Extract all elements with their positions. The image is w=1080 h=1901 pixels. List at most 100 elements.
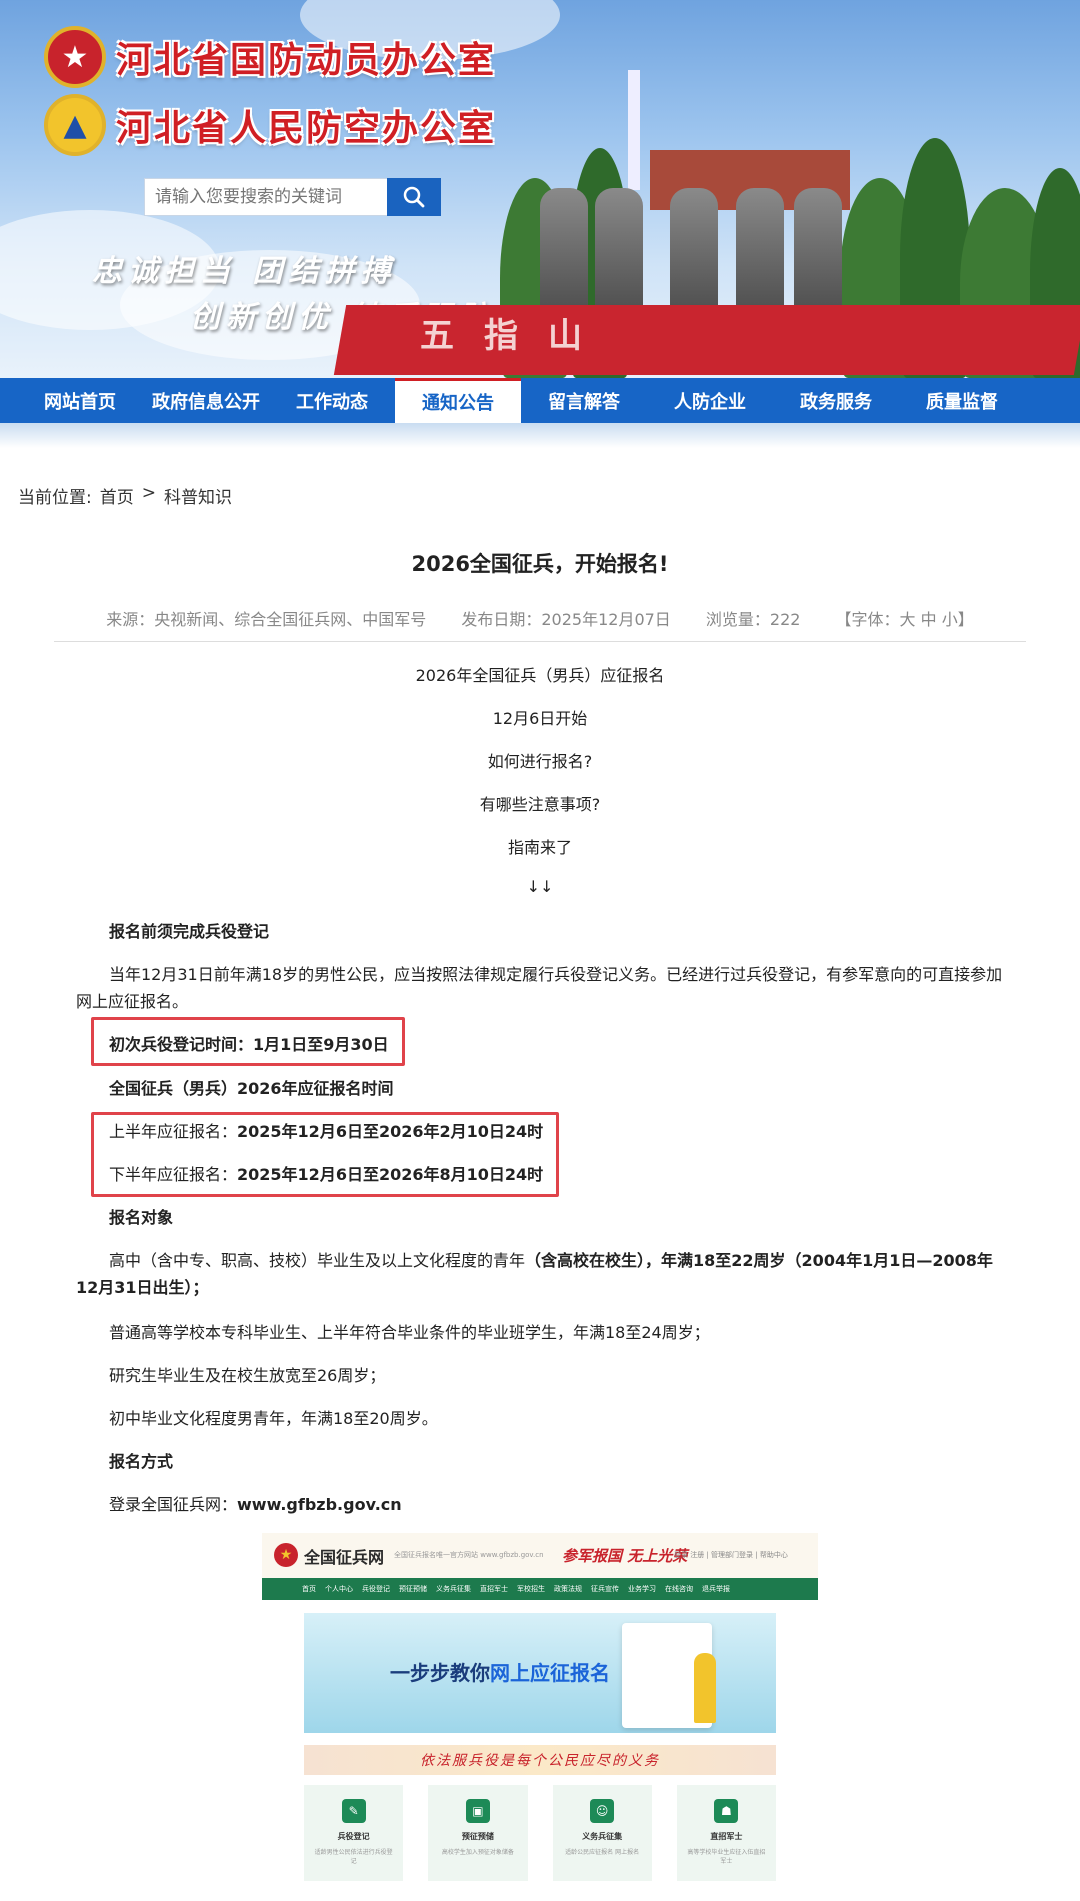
registration-icon: ✎ — [341, 1799, 366, 1823]
shot-site-name: 全国征兵网 — [304, 1547, 385, 1567]
nav-item-quality[interactable]: 质量监督 — [899, 378, 1025, 423]
shot-nav-item: 退兵举报 — [702, 1585, 730, 1593]
shot-card: ✎ 兵役登记 适龄男性公民依法进行兵役登记 — [304, 1785, 404, 1881]
national-defense-emblem-icon: ★ — [44, 26, 106, 88]
org-row-2: ▲ 河北省人民防空办公室 — [44, 94, 496, 156]
shot-nav-item: 业务学习 — [628, 1585, 656, 1593]
second-half-enlist-period: 下半年应征报名：2025年12月6日至2026年8月10日24时 — [76, 1161, 1006, 1188]
shot-nav-item: 在线咨询 — [665, 1585, 693, 1593]
shot-hero-title: 一步步教你网上应征报名 — [390, 1657, 610, 1686]
first-half-value: 2025年12月6日至2026年2月10日24时 — [237, 1122, 544, 1141]
shot-duty-text: 依法服兵役是每个公民应尽的义务 — [420, 1753, 660, 1769]
search-button[interactable] — [387, 178, 441, 216]
breadcrumb: 当前位置: 首页 > 科普知识 — [18, 483, 232, 508]
gfbzb-site-screenshot: ★ 全国征兵网 全国征兵报名唯一官方网站 www.gfbzb.gov.cn 参军… — [262, 1533, 818, 1901]
eligibility-paragraph-3: 研究生毕业生及在校生放宽至26周岁； — [109, 1366, 386, 1385]
main-nav: 网站首页 政府信息公开 工作动态 通知公告 留言解答 人防企业 政务服务 质量监… — [0, 378, 1080, 423]
gfbzb-url-link[interactable]: www.gfbzb.gov.cn — [237, 1495, 402, 1514]
org-name-1: 河北省国防动员办公室 — [116, 40, 497, 81]
method-label: 登录全国征兵网： — [109, 1495, 238, 1514]
shot-card-title: 义务兵征集 — [582, 1832, 623, 1841]
nav-item-notices[interactable]: 通知公告 — [395, 378, 521, 423]
person-illustration-icon — [694, 1653, 716, 1723]
nav-shadow — [0, 423, 1080, 448]
first-half-enlist-period: 上半年应征报名：2025年12月6日至2026年2月10日24时 — [76, 1118, 1006, 1145]
eligibility-paragraph-2: 普通高等学校本专科毕业生、上半年符合毕业条件的毕业班学生，年满18至24周岁； — [109, 1323, 710, 1342]
conscription-icon: ☺ — [590, 1799, 615, 1823]
first-registration-time: 初次兵役登记时间：1月1日至9月30日 — [109, 1035, 389, 1054]
font-size-switcher[interactable]: 【字体：大 中 小】 — [836, 610, 974, 629]
civil-air-defense-emblem-icon: ▲ — [44, 94, 106, 156]
method-paragraph: 登录全国征兵网：www.gfbzb.gov.cn — [76, 1491, 1006, 1518]
nav-item-gov-info[interactable]: 政府信息公开 — [143, 378, 269, 423]
breadcrumb-separator: > — [141, 483, 156, 503]
section-heading-eligibility: 报名对象 — [109, 1208, 174, 1227]
breadcrumb-home-link[interactable]: 首页 — [100, 483, 134, 508]
search-input[interactable] — [144, 178, 387, 216]
shot-service-cards: ✎ 兵役登记 适龄男性公民依法进行兵役登记 ▣ 预征预储 高校学生加入预征对象储… — [304, 1785, 776, 1881]
shot-card-desc: 适龄男性公民依法进行兵役登记 — [314, 1849, 393, 1865]
shot-nav-item: 兵役登记 — [362, 1585, 390, 1593]
shot-nav-item: 预征预储 — [399, 1585, 427, 1593]
breadcrumb-prefix: 当前位置: — [18, 488, 92, 508]
flowerbed-text-decoration: 五指山 — [420, 316, 612, 356]
breadcrumb-current-link[interactable]: 科普知识 — [164, 483, 232, 508]
nav-item-work-news[interactable]: 工作动态 — [269, 378, 395, 423]
article-meta: 来源：央视新闻、综合全国征兵网、中国军号 发布日期：2025年12月07日 浏览… — [0, 606, 1080, 630]
shot-card-desc: 高等学校毕业生应征入伍直招军士 — [687, 1849, 766, 1865]
eligibility-paragraph-4: 初中毕业文化程度男青年，年满18至20周岁。 — [109, 1409, 438, 1428]
search-icon — [403, 186, 425, 208]
shot-nav-item: 义务兵征集 — [436, 1585, 471, 1593]
first-half-label: 上半年应征报名： — [109, 1122, 238, 1141]
intro-arrows: ↓↓ — [526, 877, 554, 896]
shot-nav-item: 直招军士 — [480, 1585, 508, 1593]
article-views: 浏览量：222 — [705, 610, 801, 629]
shot-card: ☗ 直招军士 高等学校毕业生应征入伍直招军士 — [676, 1785, 776, 1881]
shot-hero-banner: 一步步教你网上应征报名 — [304, 1613, 776, 1733]
registration-paragraph: 当年12月31日前年满18岁的男性公民，应当按照法律规定履行兵役登记义务。已经进… — [76, 965, 1003, 1011]
shot-nav-item: 政策法规 — [554, 1585, 582, 1593]
intro-line: 有哪些注意事项? — [479, 795, 601, 814]
second-half-value: 2025年12月6日至2026年8月10日24时 — [237, 1165, 544, 1184]
nav-item-qa[interactable]: 留言解答 — [521, 378, 647, 423]
shot-site-sub: 全国征兵报名唯一官方网站 www.gfbzb.gov.cn — [394, 1551, 544, 1559]
zbw-logo-icon: ★ — [274, 1543, 298, 1567]
sergeant-icon: ☗ — [714, 1799, 739, 1823]
article-date: 发布日期：2025年12月07日 — [461, 610, 671, 629]
shot-card-desc: 适龄公民应征报名 网上报名 — [565, 1849, 640, 1856]
title-divider — [54, 641, 1026, 642]
shot-card-title: 预征预储 — [461, 1832, 494, 1841]
eligibility-paragraph-1: 高中（含中专、职高、技校）毕业生及以上文化程度的青年（含高校在校生），年满18至… — [76, 1247, 1006, 1301]
shot-hero-a: 一步步教你 — [390, 1661, 490, 1685]
article-source: 来源：央视新闻、综合全国征兵网、中国军号 — [106, 610, 427, 629]
section-heading-method: 报名方式 — [109, 1452, 174, 1471]
shot-card-title: 直招军士 — [710, 1832, 743, 1841]
shot-slogan: 参军报国 无上光荣 — [562, 1547, 688, 1565]
shot-top-links: 登录 注册 | 管理部门登录 | 帮助中心 — [674, 1551, 788, 1559]
section-heading-enlist-time: 全国征兵（男兵）2026年应征报名时间 — [109, 1079, 394, 1098]
header-banner: ★ 河北省国防动员办公室 ▲ 河北省人民防空办公室 忠诚担当 团结拼搏 创新创优… — [0, 0, 1080, 378]
article-title: 2026全国征兵，开始报名! — [411, 552, 669, 576]
section-heading-registration: 报名前须完成兵役登记 — [109, 922, 270, 941]
intro-line: 12月6日开始 — [492, 709, 588, 728]
shot-hero-b: 网上应征报名 — [490, 1661, 610, 1685]
second-half-label: 下半年应征报名： — [109, 1165, 238, 1184]
pre-enlist-icon: ▣ — [465, 1799, 490, 1823]
shot-card-desc: 高校学生加入预征对象储备 — [441, 1849, 514, 1856]
intro-line: 指南来了 — [507, 838, 572, 857]
shot-nav-item: 征兵宣传 — [591, 1585, 619, 1593]
nav-item-home[interactable]: 网站首页 — [17, 378, 143, 423]
shot-nav-item: 首页 — [302, 1585, 316, 1593]
eligibility-1-text: 高中（含中专、职高、技校）毕业生及以上文化程度的青年 — [109, 1251, 526, 1270]
nav-item-gov-services[interactable]: 政务服务 — [773, 378, 899, 423]
shot-nav: 首页 个人中心 兵役登记 预征预储 义务兵征集 直招军士 军校招生 政策法规 征… — [262, 1578, 818, 1600]
nav-item-enterprises[interactable]: 人防企业 — [647, 378, 773, 423]
shot-card: ☺ 义务兵征集 适龄公民应征报名 网上报名 — [552, 1785, 652, 1881]
intro-line: 2026年全国征兵（男兵）应征报名 — [415, 666, 665, 685]
shot-nav-item: 军校招生 — [517, 1585, 545, 1593]
org-name-2: 河北省人民防空办公室 — [116, 108, 497, 149]
org-row-1: ★ 河北省国防动员办公室 — [44, 26, 496, 88]
shot-nav-item: 个人中心 — [325, 1585, 353, 1593]
shot-card-title: 兵役登记 — [337, 1832, 370, 1841]
shot-card: ▣ 预征预储 高校学生加入预征对象储备 — [428, 1785, 528, 1881]
